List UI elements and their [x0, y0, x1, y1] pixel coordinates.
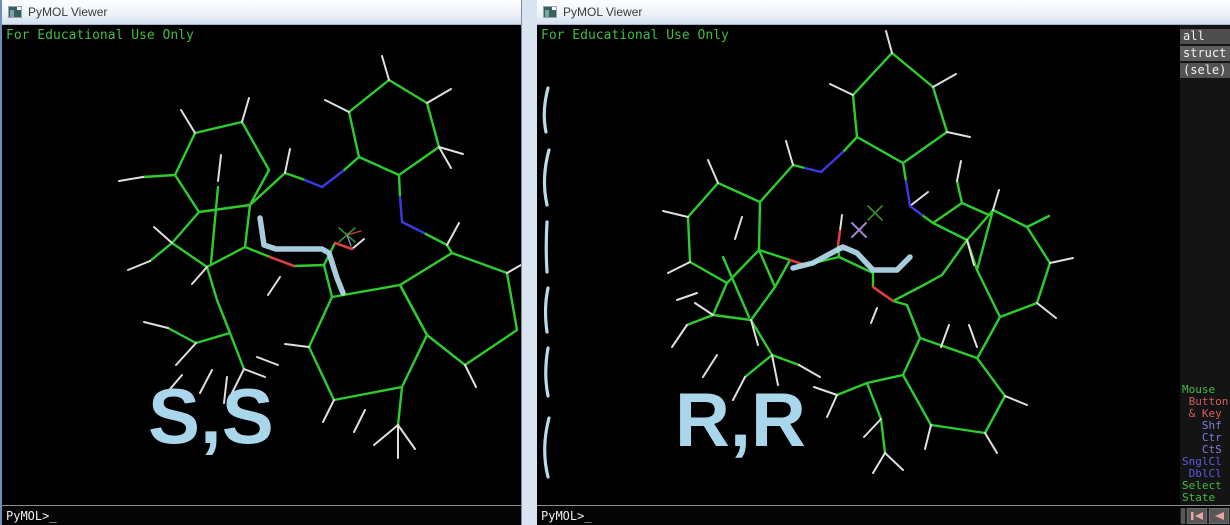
skip-to-start-icon — [1191, 511, 1203, 520]
object-row-structure[interactable]: struct — [1180, 46, 1230, 61]
selection-highlight — [257, 215, 346, 296]
viewport-3d-ss[interactable]: For Educational Use Only S,S — [2, 25, 521, 505]
object-panel: all struct (sele) Mouse Button & Key Shf… — [1180, 25, 1230, 505]
command-prompt[interactable]: PyMOL>_ — [537, 509, 1180, 523]
vcr-strip — [1181, 507, 1185, 524]
molecule-wireframe-rr[interactable] — [537, 25, 1180, 505]
command-bar-left[interactable]: PyMOL>_ — [2, 505, 521, 525]
stereo-label-ss: S,S — [148, 372, 274, 460]
window-divider — [521, 0, 537, 525]
mouse-panel-line: State — [1182, 491, 1216, 504]
skip-to-start-button[interactable] — [1187, 507, 1207, 524]
selection-highlight — [790, 244, 913, 273]
pseudoatom-markers — [851, 205, 883, 238]
pymol-window-ss: PyMOL Viewer For Educational Use Only S,… — [0, 0, 521, 525]
window-title: PyMOL Viewer — [563, 5, 643, 19]
pymol-window-rr: PyMOL Viewer For Educational Use Only R,… — [537, 0, 1230, 525]
window-title: PyMOL Viewer — [28, 5, 108, 19]
command-bar-right[interactable]: PyMOL>_ — [537, 505, 1230, 525]
object-row-all[interactable]: all — [1180, 29, 1230, 44]
clipped-highlight-dashes — [542, 86, 551, 479]
mouse-mode-panel: Mouse Button & Key Shf Ctr CtS SnglCl Db… — [1180, 384, 1230, 504]
stereo-label-rr: R,R — [675, 378, 806, 463]
step-back-icon — [1215, 511, 1224, 520]
step-back-button[interactable] — [1209, 507, 1229, 524]
pymol-app-icon — [8, 6, 22, 18]
pymol-app-icon — [543, 6, 557, 18]
viewport-3d-rr[interactable]: For Educational Use Only R,R — [537, 25, 1180, 505]
titlebar-right[interactable]: PyMOL Viewer — [537, 0, 1230, 25]
titlebar-left[interactable]: PyMOL Viewer — [2, 0, 521, 25]
pymol-desktop: PyMOL Viewer For Educational Use Only S,… — [0, 0, 1230, 525]
movie-controls — [1180, 507, 1230, 524]
command-prompt[interactable]: PyMOL>_ — [2, 509, 521, 523]
object-row-selection[interactable]: (sele) — [1180, 63, 1230, 78]
nitrogen-bonds — [303, 169, 426, 235]
